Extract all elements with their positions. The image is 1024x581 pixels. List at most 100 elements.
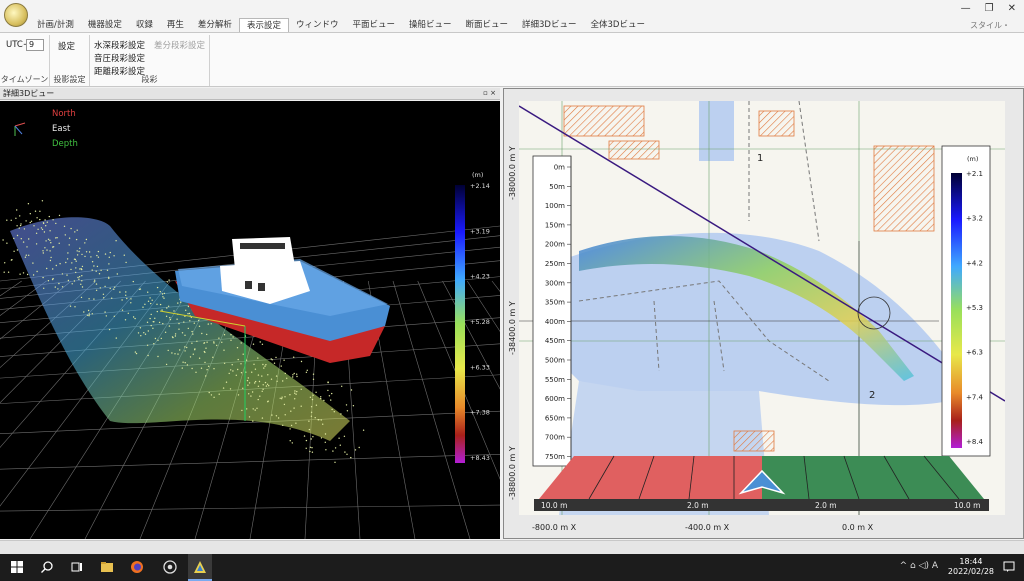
pressure-color-settings-button[interactable]: 音圧段彩設定 bbox=[94, 52, 145, 64]
point bbox=[344, 451, 346, 453]
taskbar-clock[interactable]: 18:44 2022/02/28 bbox=[948, 557, 994, 577]
colorbar-3d-tick-label: +2.14 bbox=[470, 182, 490, 190]
point bbox=[42, 250, 44, 252]
point bbox=[283, 359, 285, 361]
search-icon[interactable] bbox=[40, 560, 54, 574]
point bbox=[162, 323, 164, 325]
point bbox=[266, 383, 269, 385]
point bbox=[292, 376, 294, 378]
point bbox=[309, 446, 312, 448]
point bbox=[268, 385, 270, 387]
depth-scale-label: 700m bbox=[545, 434, 565, 442]
point bbox=[174, 353, 176, 355]
style-menu[interactable]: スタイル・ bbox=[970, 20, 1010, 31]
point bbox=[134, 351, 137, 353]
task-view-icon[interactable] bbox=[70, 560, 84, 574]
point bbox=[39, 218, 41, 221]
point bbox=[58, 214, 61, 217]
point bbox=[350, 389, 353, 391]
point bbox=[248, 393, 250, 395]
point bbox=[81, 280, 83, 282]
point bbox=[13, 250, 15, 252]
point bbox=[49, 230, 51, 232]
tab-diff-analysis[interactable]: 差分解析 bbox=[191, 18, 239, 32]
point bbox=[127, 312, 129, 314]
depth-scale-label: 750m bbox=[545, 453, 565, 461]
point bbox=[240, 372, 243, 374]
point bbox=[51, 278, 54, 281]
close-button[interactable]: ✕ bbox=[1008, 3, 1016, 14]
point bbox=[168, 279, 170, 281]
map-colorbar-box bbox=[941, 145, 991, 457]
tab-navigation-view[interactable]: 操船ビュー bbox=[402, 18, 459, 32]
depth-color-settings-button[interactable]: 水深段彩設定 bbox=[94, 39, 145, 51]
tab-window[interactable]: ウィンドウ bbox=[289, 18, 346, 32]
point bbox=[165, 315, 168, 317]
notification-icon[interactable] bbox=[1002, 560, 1016, 574]
restore-button[interactable]: ❐ bbox=[985, 3, 994, 14]
point bbox=[95, 289, 98, 291]
system-tray[interactable]: ^ ⌂ ◁) A bbox=[900, 561, 938, 571]
tab-section-view[interactable]: 断面ビュー bbox=[459, 18, 516, 32]
distance-label-left-near: 2.0 m bbox=[687, 501, 709, 510]
plan-view-map[interactable]: 1 2 0m 50m 100m 150m 200m 250m 300m 350m 400m 450… bbox=[519, 101, 1005, 515]
point bbox=[207, 323, 209, 325]
minimize-button[interactable]: — bbox=[961, 3, 971, 14]
point bbox=[230, 339, 232, 341]
chrome-icon[interactable] bbox=[163, 560, 177, 574]
projection-settings-button[interactable]: 設定 bbox=[58, 40, 75, 52]
point bbox=[108, 277, 110, 280]
point bbox=[290, 424, 293, 427]
point bbox=[346, 453, 348, 455]
detail-3d-view[interactable]: North East Depth (m) +2.14 +3.19 +4.23 +5.2… bbox=[0, 101, 500, 539]
point bbox=[142, 306, 144, 308]
point bbox=[241, 409, 243, 412]
firefox-icon[interactable] bbox=[130, 560, 144, 574]
point bbox=[91, 313, 94, 315]
tab-overall-3d-view[interactable]: 全体3Dビュー bbox=[583, 18, 651, 32]
3d-scene: North East Depth (m) +2.14 +3.19 +4.23 +5.2… bbox=[0, 109, 500, 539]
tab-record[interactable]: 収録 bbox=[129, 18, 160, 32]
tab-plan-measure[interactable]: 計画/計測 bbox=[30, 18, 81, 32]
point bbox=[125, 261, 127, 264]
point bbox=[184, 350, 186, 352]
point bbox=[327, 381, 329, 384]
menu-tabs: 計画/計測 機器設定 収録 再生 差分解析 表示設定 ウィンドウ 平面ビュー 操… bbox=[30, 18, 652, 32]
diff-color-settings-button[interactable]: 差分段彩設定 bbox=[154, 39, 205, 51]
point bbox=[309, 396, 312, 398]
point bbox=[310, 438, 312, 440]
windows-start-icon[interactable] bbox=[10, 560, 24, 574]
point bbox=[257, 385, 260, 387]
point bbox=[44, 247, 46, 249]
tab-detail-3d-view[interactable]: 詳細3Dビュー bbox=[515, 18, 583, 32]
point bbox=[173, 310, 175, 312]
app-logo-icon[interactable] bbox=[4, 3, 28, 27]
tab-device-settings[interactable]: 機器設定 bbox=[81, 18, 129, 32]
point bbox=[308, 428, 311, 431]
point bbox=[69, 305, 72, 307]
tab-plan-view[interactable]: 平面ビュー bbox=[345, 18, 402, 32]
point bbox=[125, 291, 127, 293]
point bbox=[311, 447, 313, 449]
point bbox=[6, 242, 8, 244]
utc-offset-input[interactable]: 9 bbox=[26, 39, 44, 51]
point bbox=[63, 225, 66, 227]
map-colorbar-unit: (m) bbox=[967, 155, 978, 163]
point bbox=[54, 286, 56, 288]
point bbox=[179, 349, 181, 351]
point bbox=[289, 428, 291, 430]
point bbox=[210, 323, 212, 325]
tab-playback[interactable]: 再生 bbox=[160, 18, 191, 32]
axis-label-depth: Depth bbox=[52, 139, 78, 149]
tab-display-settings[interactable]: 表示設定 bbox=[238, 18, 289, 32]
active-app-slot[interactable] bbox=[188, 554, 212, 581]
colorbar-3d-tick-label: +6.33 bbox=[470, 363, 490, 371]
point bbox=[24, 256, 27, 258]
point bbox=[16, 209, 18, 211]
point bbox=[186, 346, 188, 349]
point bbox=[191, 330, 193, 333]
point bbox=[48, 215, 50, 218]
file-explorer-icon[interactable] bbox=[100, 560, 114, 574]
panel-controls[interactable]: ▫ × bbox=[483, 88, 496, 99]
point bbox=[294, 398, 296, 400]
